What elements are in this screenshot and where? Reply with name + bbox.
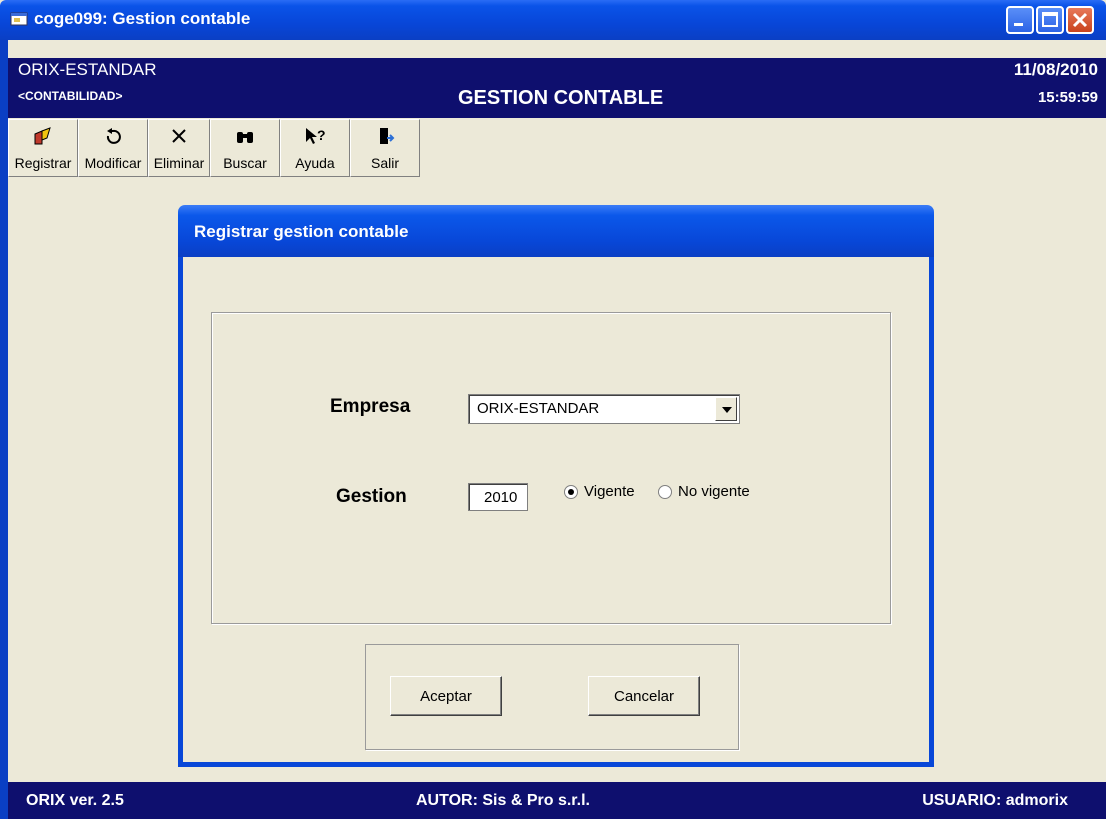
chevron-down-icon[interactable] <box>715 397 737 421</box>
register-icon <box>34 127 51 145</box>
eliminar-button[interactable]: Eliminar <box>148 119 210 177</box>
delete-x-icon <box>172 129 186 143</box>
dialog-body: Empresa ORIX-ESTANDAR Gestion 2010 Vigen… <box>178 257 934 767</box>
ayuda-button[interactable]: ? Ayuda <box>280 119 350 177</box>
svg-text:?: ? <box>317 127 326 143</box>
exit-door-icon <box>380 128 395 144</box>
module-name: <CONTABILIDAD> <box>18 89 123 103</box>
aceptar-button[interactable]: Aceptar <box>390 676 502 716</box>
modificar-button[interactable]: Modificar <box>78 119 148 177</box>
header-date: 11/08/2010 <box>1013 60 1098 79</box>
window-title: coge099: Gestion contable <box>34 9 251 28</box>
app-header: ORIX-ESTANDAR <CONTABILIDAD> GESTION CON… <box>8 58 1106 118</box>
close-button[interactable] <box>1066 6 1094 34</box>
buscar-label: Buscar <box>223 155 267 171</box>
radio-vigente-label: Vigente <box>584 483 635 500</box>
status-bar: ORIX ver. 2.5 AUTOR: Sis & Pro s.r.l. US… <box>8 782 1106 819</box>
empresa-select-value: ORIX-ESTANDAR <box>477 400 600 417</box>
form-groupbox: Empresa ORIX-ESTANDAR Gestion 2010 Vigen… <box>211 312 891 624</box>
company-name: ORIX-ESTANDAR <box>18 60 157 79</box>
gestion-label: Gestion <box>336 486 407 507</box>
minimize-icon <box>1014 23 1023 26</box>
close-icon <box>1072 12 1088 28</box>
minimize-button[interactable] <box>1006 6 1034 34</box>
buscar-button[interactable]: Buscar <box>210 119 280 177</box>
maximize-icon <box>1042 12 1058 27</box>
binoculars-icon <box>237 132 253 143</box>
cancelar-button[interactable]: Cancelar <box>588 676 700 716</box>
help-cursor-icon: ? <box>306 127 326 144</box>
window-title-bar[interactable]: coge099: Gestion contable <box>0 0 1106 40</box>
radio-vigente[interactable]: Vigente <box>564 483 635 500</box>
salir-label: Salir <box>370 155 399 171</box>
salir-button[interactable]: Salir <box>350 119 420 177</box>
gestion-input[interactable]: 2010 <box>468 483 528 511</box>
dialog-title-bar[interactable]: Registrar gestion contable <box>178 205 934 257</box>
radio-no-vigente-dot[interactable] <box>658 484 672 499</box>
status-user: USUARIO: admorix <box>922 792 1068 809</box>
ayuda-label: Ayuda <box>295 155 335 171</box>
modificar-label: Modificar <box>84 155 142 171</box>
radio-no-vigente[interactable]: No vigente <box>658 483 750 500</box>
undo-icon <box>106 128 121 144</box>
eliminar-label: Eliminar <box>153 155 205 171</box>
page-title: GESTION CONTABLE <box>458 87 664 109</box>
status-version: ORIX ver. 2.5 <box>26 792 124 809</box>
header-time: 15:59:59 <box>1037 89 1098 106</box>
app-window-icon <box>10 12 28 26</box>
dialog-title: Registrar gestion contable <box>194 222 409 241</box>
buttons-groupbox: Aceptar Cancelar <box>365 644 739 750</box>
radio-vigente-dot[interactable] <box>564 484 578 499</box>
empresa-select[interactable]: ORIX-ESTANDAR <box>468 394 740 424</box>
radio-no-vigente-label: No vigente <box>678 483 750 500</box>
registrar-label: Registrar <box>14 155 72 171</box>
toolbar: Registrar Modificar Eliminar Buscar ? Ay… <box>8 119 420 179</box>
status-author: AUTOR: Sis & Pro s.r.l. <box>416 792 590 809</box>
registrar-gestion-dialog: Registrar gestion contable Empresa ORIX-… <box>178 205 934 767</box>
maximize-button[interactable] <box>1036 6 1064 34</box>
registrar-button[interactable]: Registrar <box>8 119 78 177</box>
window-left-border <box>0 40 8 819</box>
empresa-label: Empresa <box>330 396 411 417</box>
